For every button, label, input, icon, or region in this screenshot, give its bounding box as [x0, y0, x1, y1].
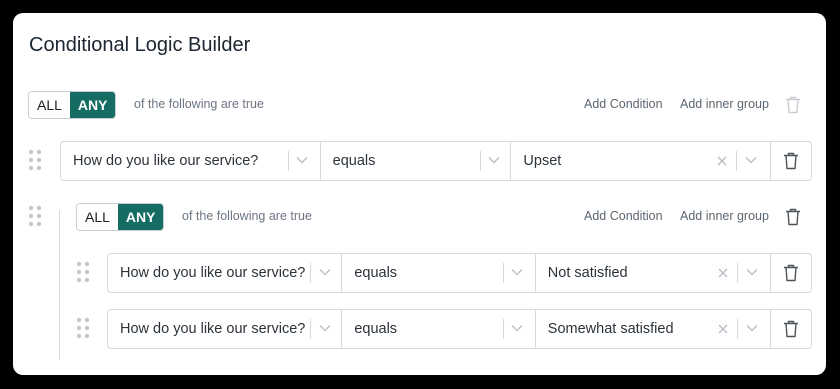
field-select[interactable]: How do you like our service? — [108, 254, 343, 292]
chevron-down-icon — [296, 157, 308, 164]
group-qualifier: of the following are true — [134, 97, 264, 111]
delete-condition-button[interactable] — [771, 142, 811, 180]
inner-group-line — [59, 210, 60, 360]
any-option[interactable]: ANY — [69, 92, 116, 118]
trash-icon — [784, 320, 799, 338]
delete-group-icon — [786, 96, 800, 114]
inner-group-qualifier: of the following are true — [182, 209, 312, 223]
drag-handle-icon[interactable] — [28, 205, 42, 227]
page-title: Conditional Logic Builder — [29, 34, 251, 56]
operator-select[interactable]: equals — [321, 142, 512, 180]
chevron-down-icon — [319, 269, 331, 276]
inner-condition-row: How do you like our service? equals Some… — [107, 309, 812, 349]
clear-icon[interactable] — [717, 156, 727, 166]
delete-condition-button[interactable] — [771, 254, 811, 292]
operator-select[interactable]: equals — [342, 254, 536, 292]
add-condition-button[interactable]: Add Condition — [584, 97, 663, 111]
value-text: Somewhat satisfied — [547, 321, 674, 337]
field-select[interactable]: How do you like our service? — [108, 310, 343, 348]
value-select[interactable]: Upset — [511, 142, 772, 180]
trash-icon — [784, 152, 799, 170]
inner-add-condition-button[interactable]: Add Condition — [584, 209, 663, 223]
chevron-down-icon — [511, 269, 523, 276]
chevron-down-icon — [746, 269, 758, 276]
chevron-down-icon — [746, 325, 758, 332]
operator-value: equals — [332, 153, 376, 169]
chevron-down-icon — [319, 325, 331, 332]
value-select[interactable]: Not satisfied — [536, 254, 772, 292]
operator-select[interactable]: equals — [342, 310, 536, 348]
chevron-down-icon — [745, 157, 757, 164]
field-value: How do you like our service? — [73, 153, 259, 169]
drag-handle-icon[interactable] — [28, 149, 42, 171]
value-text: Not satisfied — [547, 265, 628, 281]
operator-value: equals — [354, 321, 398, 337]
inner-add-inner-group-button[interactable]: Add inner group — [680, 209, 769, 223]
match-mode-toggle: ALL ANY — [28, 91, 117, 119]
drag-handle-icon[interactable] — [76, 317, 90, 339]
inner-all-option[interactable]: ALL — [77, 204, 118, 230]
value-select[interactable]: Somewhat satisfied — [536, 310, 772, 348]
operator-value: equals — [354, 265, 398, 281]
field-value: How do you like our service? — [120, 321, 306, 337]
chevron-down-icon — [511, 325, 523, 332]
drag-handle-icon[interactable] — [76, 261, 90, 283]
clear-icon[interactable] — [718, 268, 728, 278]
logic-builder-card: Conditional Logic Builder ALL ANY of the… — [13, 13, 826, 375]
value-text: Upset — [523, 153, 562, 169]
inner-any-option[interactable]: ANY — [117, 204, 164, 230]
field-value: How do you like our service? — [120, 265, 306, 281]
clear-icon[interactable] — [718, 324, 728, 334]
condition-row: How do you like our service? equals Upse… — [60, 141, 812, 181]
field-select[interactable]: How do you like our service? — [61, 142, 321, 180]
delete-inner-group-icon[interactable] — [785, 208, 801, 226]
all-option[interactable]: ALL — [29, 92, 70, 118]
inner-match-mode-toggle: ALL ANY — [76, 203, 165, 231]
chevron-down-icon — [488, 157, 500, 164]
add-inner-group-button[interactable]: Add inner group — [680, 97, 769, 111]
delete-condition-button[interactable] — [771, 310, 811, 348]
inner-condition-row: How do you like our service? equals Not … — [107, 253, 812, 293]
trash-icon — [784, 264, 799, 282]
